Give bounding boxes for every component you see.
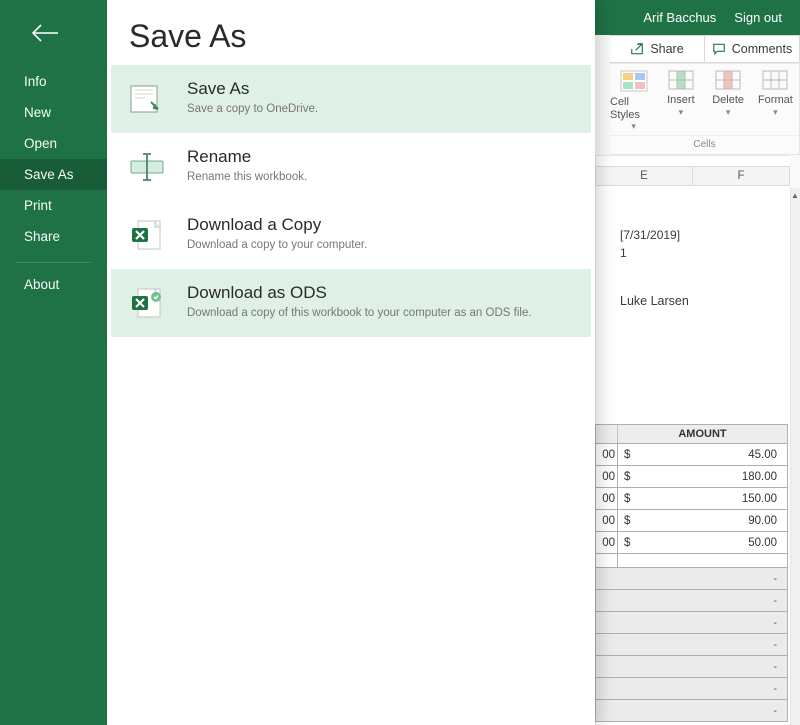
col-header-f[interactable]: F xyxy=(692,167,789,185)
option-download-ods[interactable]: Download as ODS Download a copy of this … xyxy=(111,269,591,337)
page-title: Save As xyxy=(107,18,595,65)
row-trail: 00 xyxy=(596,510,618,531)
format-icon xyxy=(762,70,788,90)
option-desc: Download a copy to your computer. xyxy=(187,239,367,251)
sign-out-link[interactable]: Sign out xyxy=(734,10,782,25)
sidebar-item-open[interactable]: Open xyxy=(0,128,107,159)
delete-icon xyxy=(715,70,741,90)
option-desc: Save a copy to OneDrive. xyxy=(187,103,318,115)
back-arrow-icon xyxy=(30,22,60,44)
table-row[interactable]: 00 $45.00 xyxy=(595,444,788,466)
share-label: Share xyxy=(650,42,683,56)
table-row[interactable]: 00 $150.00 xyxy=(595,488,788,510)
sidebar-separator xyxy=(16,262,91,263)
amount-value: 180.00 xyxy=(742,471,787,483)
cell-styles-label: Cell Styles xyxy=(610,96,657,121)
option-title: Rename xyxy=(187,147,307,167)
sidebar-item-new[interactable]: New xyxy=(0,97,107,128)
format-label: Format xyxy=(758,94,793,107)
option-desc: Download a copy of this workbook to your… xyxy=(187,307,532,319)
cell-name: Luke Larsen xyxy=(620,294,689,308)
table-row[interactable]: 00 $90.00 xyxy=(595,510,788,532)
sidebar-item-about[interactable]: About xyxy=(0,269,107,300)
cell-one: 1 xyxy=(620,246,627,260)
table-row[interactable]: - xyxy=(595,568,788,590)
option-saveas[interactable]: Save As Save a copy to OneDrive. xyxy=(111,65,591,133)
amount-value: 90.00 xyxy=(748,515,787,527)
currency: $ xyxy=(618,449,630,461)
currency: $ xyxy=(618,537,630,549)
insert-icon xyxy=(668,70,694,90)
table-row[interactable] xyxy=(595,554,788,568)
ribbon-cells-group: Cell Styles ▾ Insert ▾ Delete ▾ Format ▾ xyxy=(610,63,800,155)
table-row[interactable]: 00 $50.00 xyxy=(595,532,788,554)
option-rename[interactable]: Rename Rename this workbook. xyxy=(111,133,591,201)
option-title: Download a Copy xyxy=(187,215,367,235)
comments-button[interactable]: Comments xyxy=(704,36,799,62)
delete-label: Delete xyxy=(712,94,744,107)
chevron-down-icon: ▾ xyxy=(726,107,731,118)
insert-button[interactable]: Insert ▾ xyxy=(657,64,704,135)
table-row[interactable]: - xyxy=(595,700,788,722)
amount-value: 50.00 xyxy=(748,537,787,549)
chevron-down-icon: ▾ xyxy=(679,107,684,118)
vertical-scrollbar[interactable]: ▲ xyxy=(790,188,800,725)
saveas-icon xyxy=(125,79,169,119)
option-title: Download as ODS xyxy=(187,283,532,303)
cell-styles-button[interactable]: Cell Styles ▾ xyxy=(610,64,657,135)
backstage-main: Save As Save As Save a copy to OneDrive.… xyxy=(107,0,595,725)
table-row[interactable]: - xyxy=(595,634,788,656)
delete-button[interactable]: Delete ▾ xyxy=(705,64,752,135)
table-row[interactable]: - xyxy=(595,678,788,700)
insert-label: Insert xyxy=(667,94,695,107)
amount-value: 150.00 xyxy=(742,493,787,505)
table-row[interactable]: - xyxy=(595,612,788,634)
row-trail: 00 xyxy=(596,444,618,465)
currency: $ xyxy=(618,493,630,505)
amount-value: 45.00 xyxy=(748,449,787,461)
option-desc: Rename this workbook. xyxy=(187,171,307,183)
ribbon-group-caption: Cells xyxy=(610,135,799,154)
amount-table: AMOUNT 00 $45.00 00 $180.00 00 $150.00 0… xyxy=(595,424,788,722)
share-button[interactable]: Share xyxy=(610,36,704,62)
option-title: Save As xyxy=(187,79,318,99)
sidebar-item-share[interactable]: Share xyxy=(0,221,107,252)
cell-date: [7/31/2019] xyxy=(620,228,680,242)
currency: $ xyxy=(618,515,630,527)
scroll-up-arrow[interactable]: ▲ xyxy=(790,188,800,202)
ods-file-icon xyxy=(125,283,169,323)
table-row[interactable]: - xyxy=(595,656,788,678)
row-trail: 00 xyxy=(596,532,618,553)
user-name[interactable]: Arif Bacchus xyxy=(643,10,716,25)
backstage-panel: Info New Open Save As Print Share About … xyxy=(0,0,595,725)
table-row[interactable]: - xyxy=(595,590,788,612)
amount-header: AMOUNT xyxy=(618,425,787,443)
chevron-down-icon: ▾ xyxy=(631,121,636,132)
chevron-down-icon: ▾ xyxy=(773,107,778,118)
rename-icon xyxy=(125,147,169,187)
sidebar-item-info[interactable]: Info xyxy=(0,66,107,97)
table-row[interactable]: 00 $180.00 xyxy=(595,466,788,488)
comments-icon xyxy=(712,42,726,56)
column-headers: E F xyxy=(595,166,790,186)
comments-label: Comments xyxy=(732,42,792,56)
sidebar-item-print[interactable]: Print xyxy=(0,190,107,221)
ribbon-right-buttons: Share Comments xyxy=(610,35,800,63)
row-trail: 00 xyxy=(596,488,618,509)
share-icon xyxy=(630,42,644,56)
sidebar-item-saveas[interactable]: Save As xyxy=(0,159,107,190)
back-button[interactable] xyxy=(0,0,107,66)
backstage-sidebar: Info New Open Save As Print Share About xyxy=(0,0,107,725)
format-button[interactable]: Format ▾ xyxy=(752,64,799,135)
option-download-copy[interactable]: Download a Copy Download a copy to your … xyxy=(111,201,591,269)
excel-file-icon xyxy=(125,215,169,255)
currency: $ xyxy=(618,471,630,483)
col-header-e[interactable]: E xyxy=(595,167,692,185)
row-trail: 00 xyxy=(596,466,618,487)
cell-styles-icon xyxy=(620,70,648,92)
